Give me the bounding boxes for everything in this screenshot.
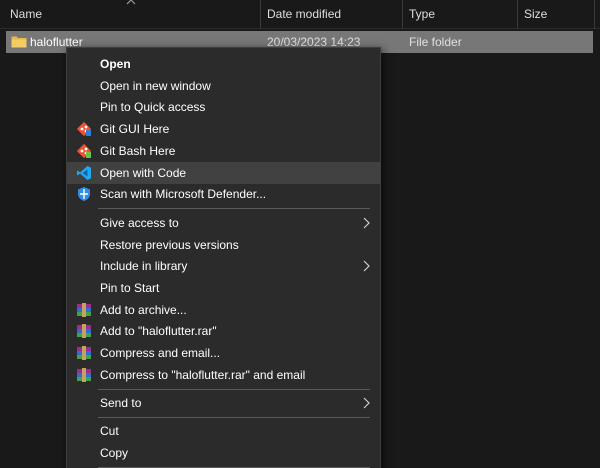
column-name-label: Name <box>10 7 43 21</box>
menu-item-send-to[interactable]: Send to <box>67 392 380 414</box>
winrar-icon <box>77 303 91 317</box>
column-type-header[interactable]: Type <box>403 0 517 29</box>
menu-item-label: Git GUI Here <box>100 122 170 136</box>
column-date-header[interactable]: Date modified <box>261 0 402 29</box>
menu-item-pin-quick-access[interactable]: Pin to Quick access <box>67 96 380 118</box>
menu-item-label: Give access to <box>100 216 179 230</box>
menu-item-label: Include in library <box>100 259 188 273</box>
menu-item-label: Add to "haloflutter.rar" <box>100 324 217 338</box>
menu-item-git-bash[interactable]: Git Bash Here <box>67 140 380 162</box>
file-type: File folder <box>409 35 462 49</box>
git-icon <box>76 143 92 159</box>
menu-item-label: Open <box>100 57 131 71</box>
winrar-icon <box>77 368 91 382</box>
menu-item-label: Cut <box>100 424 119 438</box>
menu-item-git-gui[interactable]: Git GUI Here <box>67 118 380 140</box>
vscode-icon <box>77 166 91 180</box>
menu-item-scan-defender[interactable]: Scan with Microsoft Defender... <box>67 183 380 205</box>
menu-item-add-rar[interactable]: Add to "haloflutter.rar" <box>67 320 380 342</box>
menu-item-label: Pin to Start <box>100 281 160 295</box>
menu-item-label: Scan with Microsoft Defender... <box>100 187 267 201</box>
menu-item-compress-email[interactable]: Compress and email... <box>67 342 380 364</box>
context-menu: Open Open in new window Pin to Quick acc… <box>66 47 381 468</box>
menu-item-label: Open in new window <box>100 79 211 93</box>
menu-item-give-access[interactable]: Give access to <box>67 212 380 234</box>
column-size-header[interactable]: Size <box>518 0 594 29</box>
menu-item-add-archive[interactable]: Add to archive... <box>67 299 380 321</box>
column-type-label: Type <box>409 7 436 21</box>
chevron-right-icon <box>363 397 370 409</box>
menu-item-include-library[interactable]: Include in library <box>67 255 380 277</box>
menu-separator <box>98 208 370 209</box>
menu-item-label: Send to <box>100 396 142 410</box>
menu-item-pin-start[interactable]: Pin to Start <box>67 277 380 299</box>
menu-item-label: Pin to Quick access <box>100 100 206 114</box>
menu-item-label: Compress to "haloflutter.rar" and email <box>100 368 306 382</box>
menu-item-label: Copy <box>100 446 129 460</box>
column-size-label: Size <box>524 7 548 21</box>
defender-shield-icon <box>78 187 90 201</box>
chevron-right-icon <box>363 217 370 229</box>
menu-item-label: Git Bash Here <box>100 144 176 158</box>
sort-ascending-icon <box>126 0 136 5</box>
chevron-right-icon <box>363 260 370 272</box>
column-divider[interactable] <box>594 0 595 29</box>
folder-icon <box>11 36 27 48</box>
menu-item-label: Compress and email... <box>100 346 221 360</box>
menu-separator <box>98 417 370 418</box>
menu-item-label: Add to archive... <box>100 303 187 317</box>
menu-item-compress-rar-email[interactable]: Compress to "haloflutter.rar" and email <box>67 364 380 386</box>
menu-item-open-new-window[interactable]: Open in new window <box>67 75 380 97</box>
menu-item-label: Restore previous versions <box>100 238 239 252</box>
column-date-label: Date modified <box>267 7 342 21</box>
winrar-icon <box>77 346 91 360</box>
menu-item-cut[interactable]: Cut <box>67 420 380 442</box>
menu-separator <box>98 389 370 390</box>
menu-item-open[interactable]: Open <box>67 53 380 75</box>
column-header: Name Date modified Type Size <box>0 0 600 29</box>
menu-item-copy[interactable]: Copy <box>67 442 380 464</box>
menu-item-open-with-code[interactable]: Open with Code <box>67 162 380 184</box>
winrar-icon <box>77 324 91 338</box>
menu-item-label: Open with Code <box>100 166 187 180</box>
git-icon <box>76 121 92 137</box>
menu-item-restore-versions[interactable]: Restore previous versions <box>67 234 380 256</box>
